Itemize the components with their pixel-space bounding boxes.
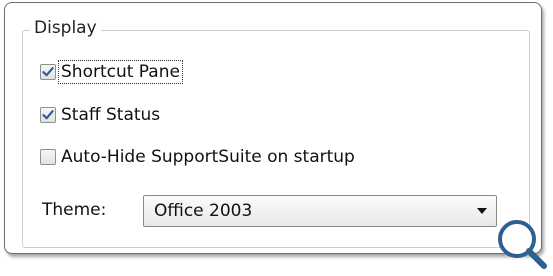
theme-select-value: Office 2003 xyxy=(154,201,253,221)
shortcut-pane-option[interactable]: Shortcut Pane xyxy=(40,60,183,84)
theme-select[interactable]: Office 2003 xyxy=(143,195,497,227)
shortcut-pane-label: Shortcut Pane xyxy=(58,60,183,84)
magnifier-icon[interactable] xyxy=(492,214,550,272)
staff-status-checkbox[interactable] xyxy=(40,107,56,123)
shortcut-pane-checkbox[interactable] xyxy=(40,64,56,80)
staff-status-option[interactable]: Staff Status xyxy=(40,103,163,127)
auto-hide-checkbox[interactable] xyxy=(40,149,56,165)
checkmark-icon xyxy=(42,110,54,120)
auto-hide-label: Auto-Hide SupportSuite on startup xyxy=(61,147,355,167)
checkmark-icon xyxy=(42,67,54,77)
display-group-title: Display xyxy=(30,18,101,38)
staff-status-label: Staff Status xyxy=(61,105,161,125)
auto-hide-option[interactable]: Auto-Hide SupportSuite on startup xyxy=(40,145,358,169)
theme-label: Theme: xyxy=(42,200,107,220)
